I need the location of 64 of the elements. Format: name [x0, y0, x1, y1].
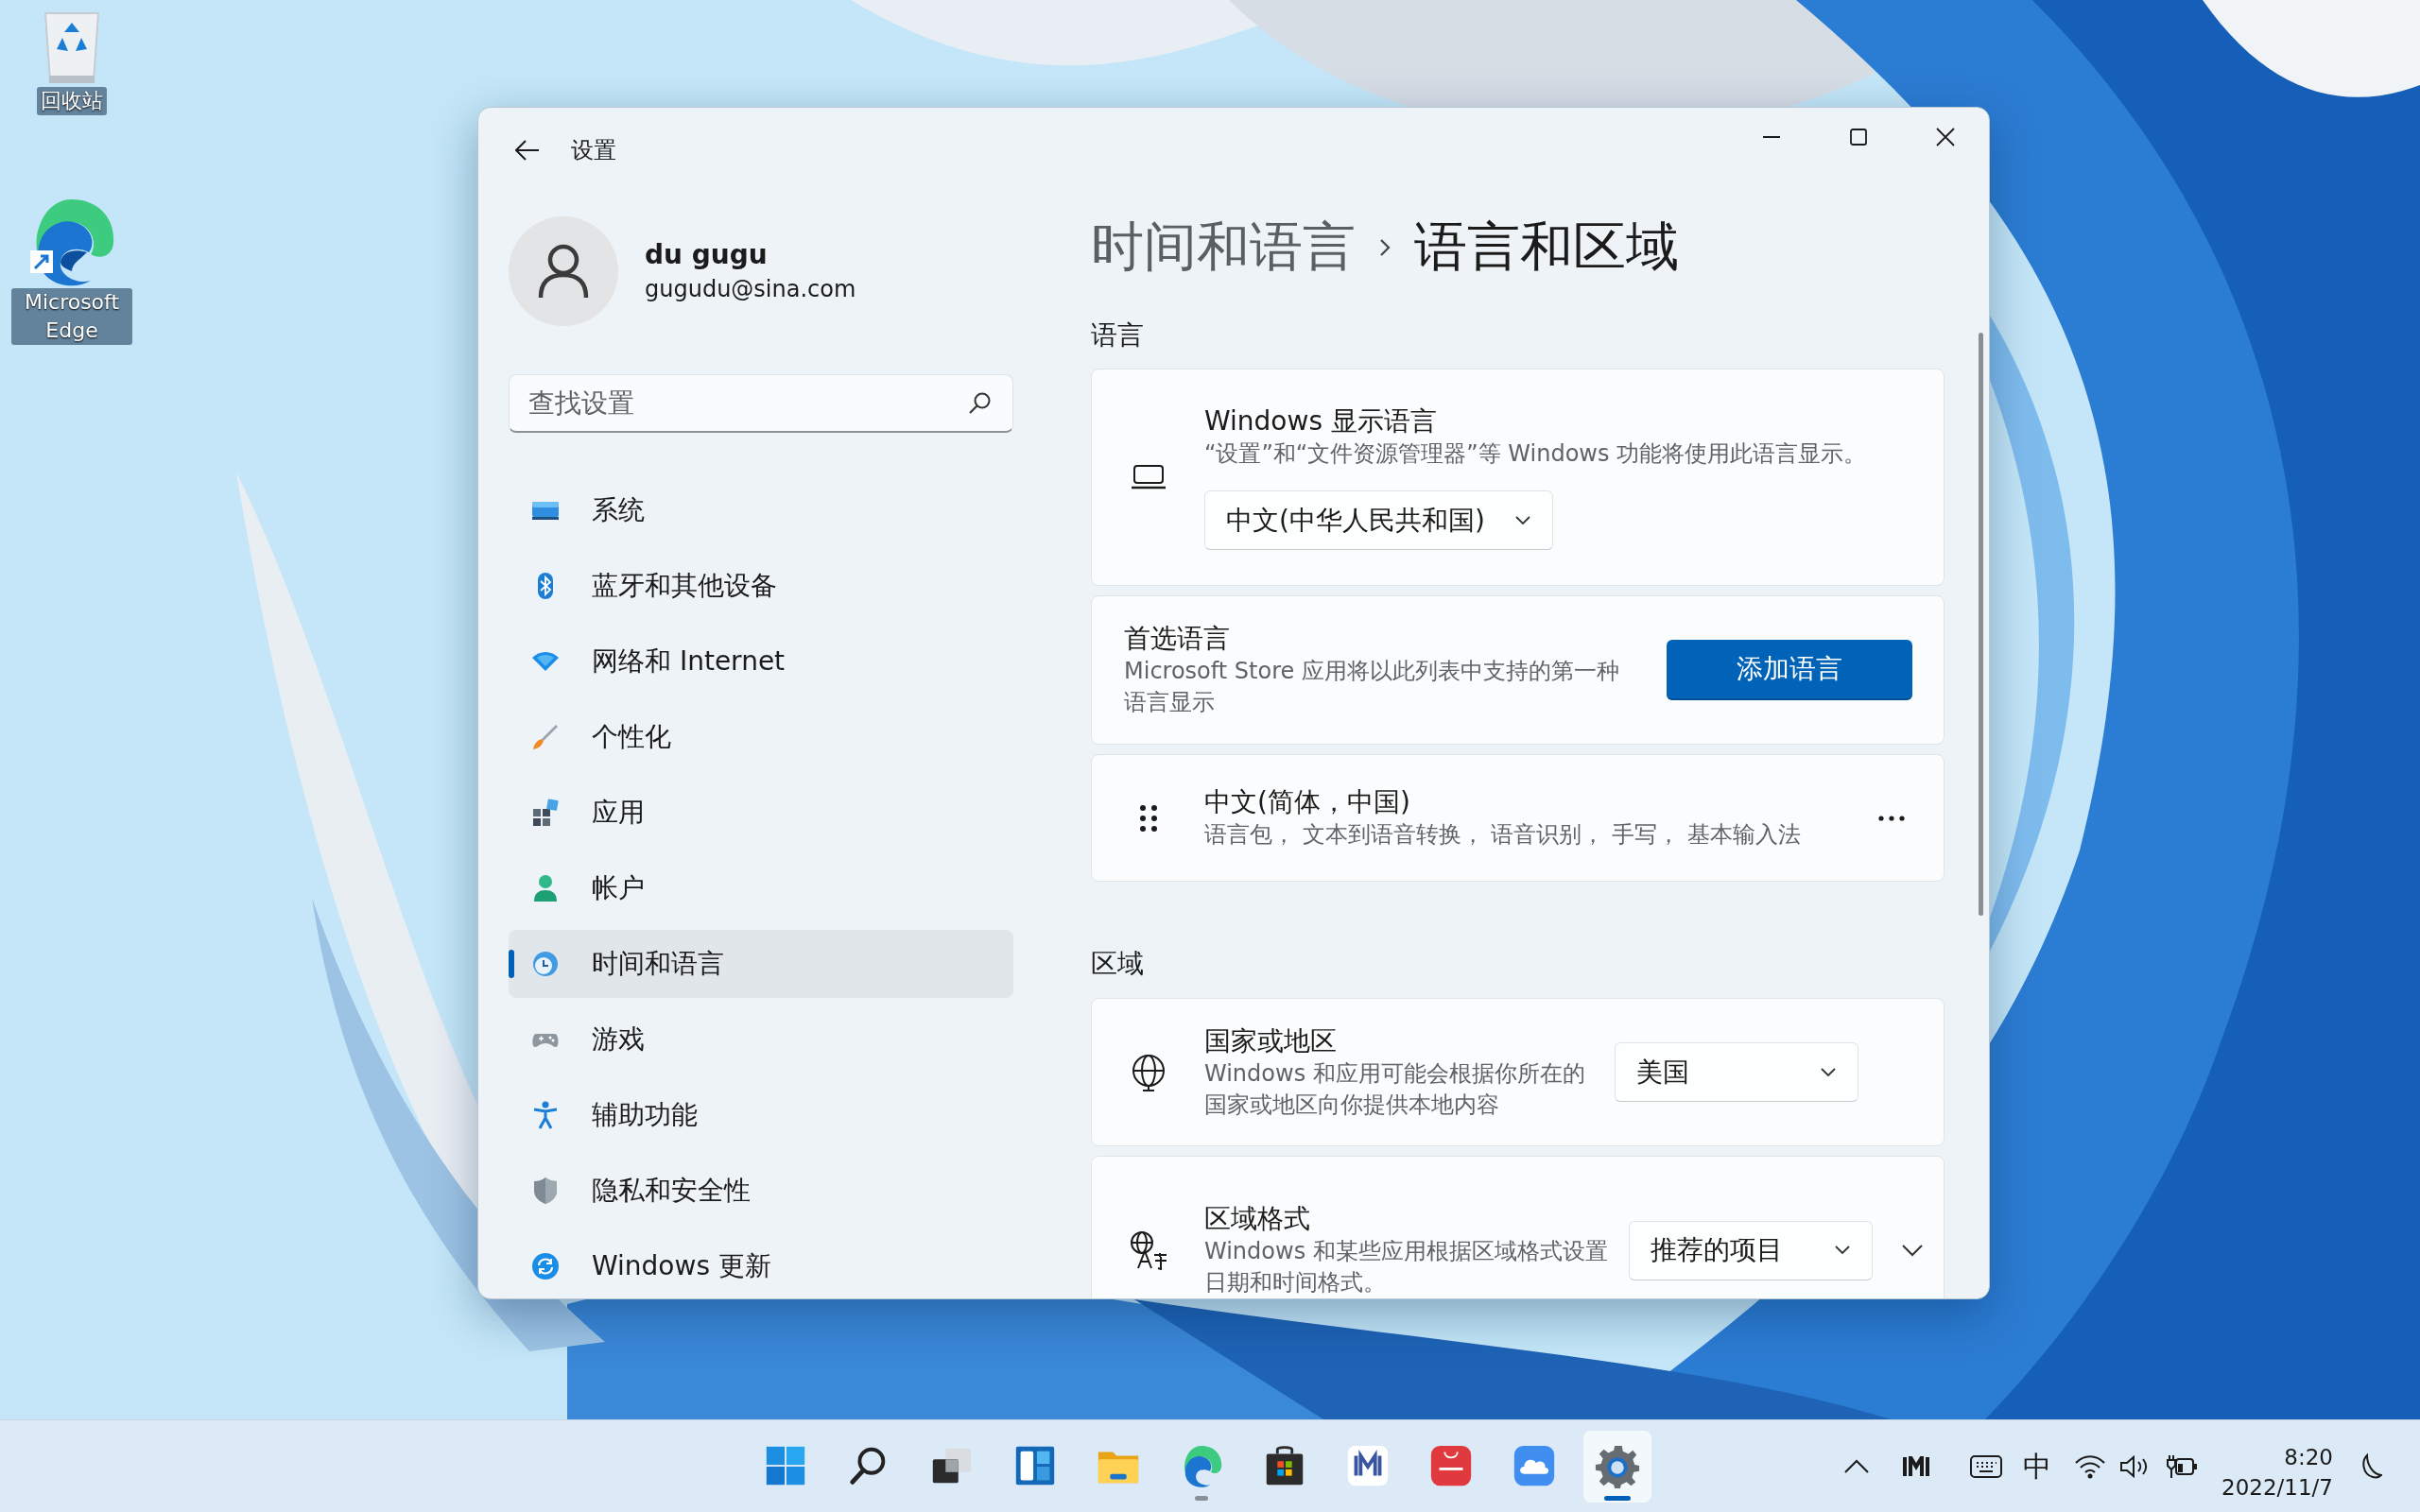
nav-item[interactable]: 时间和语言	[509, 930, 1013, 998]
laptop-icon	[1130, 465, 1167, 490]
nav-item[interactable]: 帐户	[509, 854, 1013, 922]
chevron-up-icon[interactable]	[1843, 1459, 1871, 1474]
globe-clock-icon	[530, 949, 561, 979]
input-method-indicator[interactable]: 中	[2023, 1447, 2052, 1486]
nav-item[interactable]: 网络和 Internet	[509, 627, 1013, 696]
settings-button[interactable]	[1583, 1431, 1651, 1503]
desktop-icon-label: Microsoft Edge	[11, 288, 132, 345]
account-email: gugudu@sina.com	[645, 275, 856, 304]
dropdown[interactable]: 推荐的项目	[1629, 1220, 1873, 1280]
nav-item[interactable]: 系统	[509, 476, 1013, 544]
nav-item[interactable]: 个性化	[509, 703, 1013, 771]
more-icon[interactable]	[1877, 815, 1906, 821]
nav-item[interactable]: 游戏	[509, 1005, 1013, 1074]
arrow-left-icon[interactable]	[515, 140, 540, 161]
clock-date[interactable]: 2022/11/7	[2221, 1472, 2333, 1503]
card-title: 区域格式	[1204, 1202, 1311, 1236]
search-field[interactable]: 查找设置	[509, 374, 1013, 433]
window-title: 设置	[571, 136, 616, 165]
card-description: “设置”和“文件资源管理器”等 Windows 功能将使用此语言显示。	[1204, 439, 1868, 469]
gear-icon[interactable]	[1594, 1443, 1641, 1490]
card-title: 中文(简体，中国)	[1204, 785, 1411, 819]
dropdown[interactable]: 中文(中华人民共和国)	[1204, 490, 1553, 550]
card-description: 语言包， 文本到语音转换， 语音识别， 手写， 基本输入法	[1204, 820, 1802, 850]
globe-icon	[1130, 1053, 1167, 1091]
apps-icon	[530, 798, 561, 828]
close-icon[interactable]	[1935, 127, 1956, 147]
nav-item[interactable]: 应用	[509, 779, 1013, 847]
page-title: 语言和区域	[1414, 215, 1679, 279]
card-description: Windows 和某些应用根据区域格式设置日期和时间格式。	[1204, 1237, 1609, 1297]
refresh-icon	[530, 1251, 561, 1281]
nav-item[interactable]: Windows 更新	[509, 1232, 1013, 1298]
card-description: Windows 和应用可能会根据你所在的国家或地区向你提供本地内容	[1204, 1058, 1586, 1120]
desktop-icon-label: 回收站	[37, 87, 107, 115]
search-icon[interactable]	[968, 391, 993, 416]
clock-time[interactable]: 8:20	[2284, 1442, 2333, 1472]
nav-item[interactable]: 隐私和安全性	[509, 1157, 1013, 1225]
drag-handle-icon[interactable]	[1138, 803, 1158, 833]
breadcrumb-link[interactable]: 时间和语言	[1091, 212, 1356, 284]
chevron-down-icon	[1820, 1066, 1837, 1078]
card-title: 首选语言	[1124, 622, 1231, 656]
nav-item[interactable]: 蓝牙和其他设备	[509, 552, 1013, 620]
chevron-down-icon[interactable]	[1901, 1244, 1924, 1257]
add-language-button[interactable]: 添加语言	[1667, 640, 1912, 700]
dropdown[interactable]: 美国	[1615, 1042, 1858, 1102]
chevron-down-icon	[1514, 514, 1531, 526]
card-description: Microsoft Store 应用将以此列表中支持的第一种语言显示	[1124, 657, 1620, 717]
battery-icon[interactable]	[2165, 1454, 2200, 1479]
card-title: 国家或地区	[1204, 1023, 1338, 1058]
account-name: du gugu	[645, 238, 769, 272]
chevron-down-icon	[1834, 1245, 1851, 1256]
keyboard-icon[interactable]	[1970, 1455, 2003, 1478]
selection-indicator	[509, 950, 514, 978]
app-tray-icon[interactable]	[1902, 1456, 1931, 1477]
section-heading: 区域	[1091, 947, 1145, 981]
section-heading: 语言	[1091, 318, 1145, 352]
wifi-icon[interactable]	[2074, 1454, 2107, 1479]
maximize-icon[interactable]	[1848, 127, 1869, 147]
scrollbar[interactable]	[1979, 333, 1983, 916]
globe-letter-icon	[1128, 1230, 1168, 1270]
brush-icon	[530, 722, 561, 752]
card-title: Windows 显示语言	[1204, 404, 1438, 438]
nav-item[interactable]: 辅助功能	[509, 1081, 1013, 1149]
